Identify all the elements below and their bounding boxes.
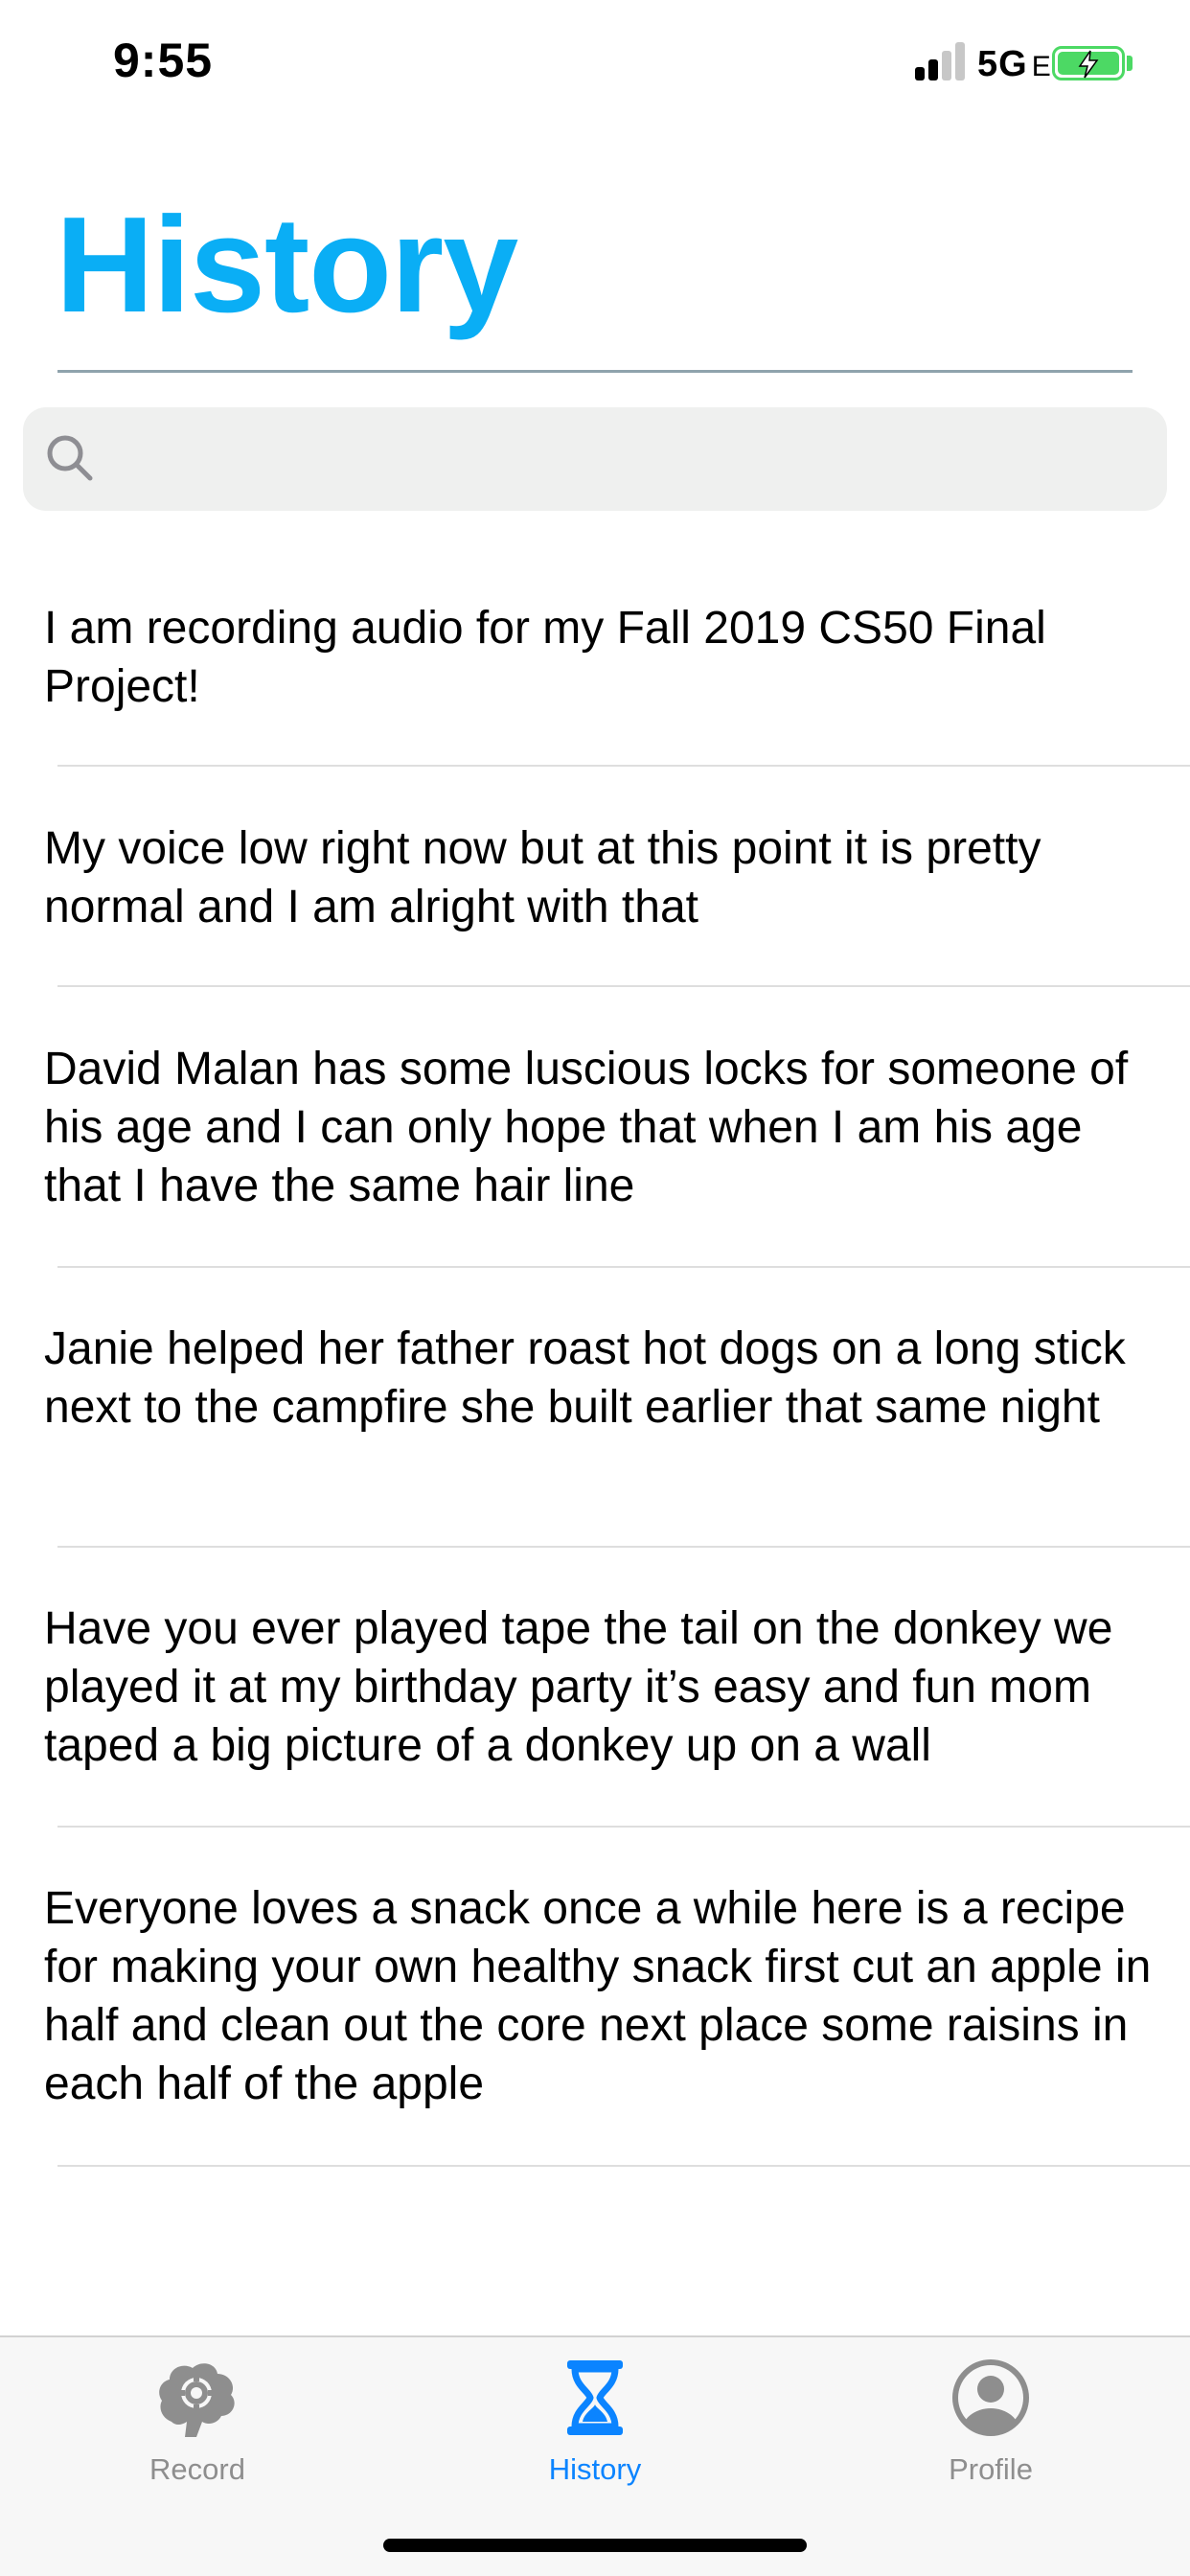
home-indicator[interactable] [383,2539,807,2552]
list-divider [57,1546,1190,1548]
network-suffix: E [1031,51,1052,82]
tab-record-label: Record [149,2452,245,2486]
tab-history[interactable]: History [451,2337,739,2529]
tab-record[interactable]: Record [54,2337,341,2529]
list-divider [57,1826,1190,1828]
person-circle-icon [952,2359,1029,2436]
network-label: 5G [977,44,1028,84]
charging-bolt-icon [1078,50,1099,79]
search-bar[interactable] [23,407,1167,511]
battery-nub [1127,56,1133,71]
list-divider [57,765,1190,767]
title-divider [57,370,1133,373]
history-item-text: Everyone loves a snack once a while here… [44,1883,1152,2109]
search-icon [47,435,93,481]
list-divider [57,1266,1190,1268]
page-title: History [56,189,518,341]
tab-profile-label: Profile [949,2452,1033,2486]
history-item-text: David Malan has some luscious locks for … [44,1044,1129,1211]
tab-history-label: History [548,2452,642,2486]
history-screen: 9:55 5G E History I am recording audio fo… [0,0,1190,2576]
network-type: 5G E [977,44,1052,85]
list-divider [57,985,1190,987]
battery-icon [1052,46,1125,80]
cellular-signal-icon [915,42,969,80]
tab-profile[interactable]: Profile [847,2337,1134,2529]
list-divider [57,2165,1190,2167]
history-item-text: Janie helped her father roast hot dogs o… [44,1323,1126,1433]
status-time: 9:55 [113,34,214,87]
search-input[interactable] [115,426,1144,494]
status-bar: 9:55 5G E [0,0,1190,129]
brain-gear-icon [159,2363,235,2437]
history-item-text: I am recording audio for my Fall 2019 CS… [44,603,1046,712]
history-item-text: Have you ever played tape the tail on th… [44,1603,1113,1771]
hourglass-icon [567,2360,623,2435]
history-item-text: My voice low right now but at this point… [44,823,1041,932]
